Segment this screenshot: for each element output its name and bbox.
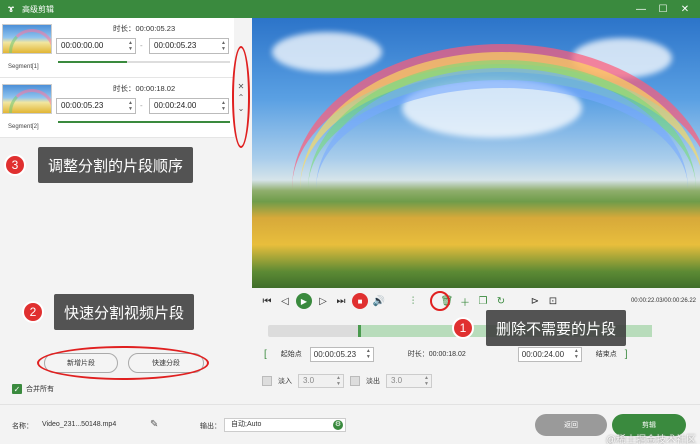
name-label: 名称：: [12, 423, 33, 430]
reset-icon[interactable]: ↻: [494, 294, 508, 308]
watermark-text: @稀土掘金技术社区: [605, 435, 696, 444]
step-back-icon[interactable]: ◁: [278, 294, 292, 308]
fade-in-label: 淡入: [278, 378, 292, 385]
annotation-callout: 删除不需要的片段: [486, 310, 627, 346]
spinner-icon[interactable]: ▲ ▼: [128, 100, 133, 112]
video-preview[interactable]: [252, 18, 700, 288]
highlight-oval: [37, 346, 209, 380]
cloud-shape: [272, 32, 382, 72]
stop-icon[interactable]: ■: [352, 293, 368, 309]
playback-toolbar: ⏮ ◁ ▶ ▷ ⏭ ■ 🔊 ⫶ 🗑 ＋ ❐ ↻ ⊳ ⊡: [260, 293, 560, 309]
time-readout: 00:00:22.03/00:00:26.22: [630, 298, 696, 304]
segment-start-input[interactable]: 00:00:00.00 ▲ ▼: [56, 38, 136, 54]
gear-icon[interactable]: ⚙: [333, 420, 343, 430]
play-icon[interactable]: ▶: [296, 293, 312, 309]
bracket-left-icon: [: [264, 348, 267, 360]
edit-name-icon[interactable]: ✎: [150, 419, 158, 430]
file-name: Video_231...50148.mp4: [42, 421, 117, 428]
checkbox-checked-icon[interactable]: ✓: [12, 384, 22, 394]
back-button[interactable]: 返回: [535, 414, 607, 436]
split-icon[interactable]: ⫶: [406, 294, 420, 308]
player-controls: ⏮ ◁ ▶ ▷ ⏭ ■ 🔊 ⫶ 🗑 ＋ ❐ ↻ ⊳ ⊡ 00:00:22.03/…: [252, 288, 700, 394]
fade-in-checkbox[interactable]: [262, 376, 272, 386]
spinner-icon[interactable]: ▲ ▼: [128, 40, 133, 52]
fade-out-label: 淡出: [366, 378, 380, 385]
highlight-oval: [232, 46, 250, 148]
highlight-oval: [430, 291, 450, 311]
close-button[interactable]: ✕: [674, 0, 696, 18]
segment-progress-bar: [58, 61, 230, 63]
fade-in-input[interactable]: 3.0 ▲ ▼: [298, 374, 344, 388]
duration-display: 时长：00:00:18.02: [407, 351, 466, 358]
segment-start-input[interactable]: 00:00:05.23 ▲ ▼: [56, 98, 136, 114]
output-select[interactable]: 自动;Auto ⚙: [224, 418, 346, 432]
window-controls: — ☐ ✕: [630, 0, 696, 18]
merge-all-label: 合并所有: [26, 386, 54, 393]
segment-progress-bar: [58, 121, 230, 123]
end-point-label[interactable]: 结束点: [596, 349, 617, 359]
segment-thumbnail: [2, 84, 52, 114]
spinner-icon[interactable]: ▲ ▼: [221, 40, 226, 52]
segment-end-input[interactable]: 00:00:24.00 ▲ ▼: [149, 98, 229, 114]
segment-progress-fill: [58, 61, 127, 63]
output-label: 输出：: [200, 423, 221, 430]
maximize-button[interactable]: ☐: [652, 0, 674, 18]
annotation-callout: 快速分割视频片段: [54, 294, 195, 330]
segment-end-input[interactable]: 00:00:05.23 ▲ ▼: [149, 38, 229, 54]
step-forward-icon[interactable]: ▷: [316, 294, 330, 308]
start-time-input[interactable]: 00:00:05.23 ▲ ▼: [309, 346, 374, 362]
spinner-icon[interactable]: ▲ ▼: [221, 100, 226, 112]
fade-out-input[interactable]: 3.0 ▲ ▼: [386, 374, 432, 388]
bottom-bar: 名称： Video_231...50148.mp4 ✎ 输出： 自动;Auto …: [0, 404, 700, 444]
start-point-label[interactable]: 起始点: [281, 349, 302, 359]
app-logo-icon: ɤ: [7, 3, 14, 15]
fade-out-checkbox[interactable]: [350, 376, 360, 386]
spinner-icon[interactable]: ▲ ▼: [424, 375, 429, 387]
window-title: 高级剪辑: [22, 4, 54, 14]
spinner-icon[interactable]: ▲ ▼: [366, 348, 371, 360]
segment-label: Segment[2]: [8, 124, 39, 130]
annotation-number: 1: [452, 317, 474, 339]
range-dash: -: [140, 41, 143, 50]
segment-progress-fill: [58, 121, 230, 123]
add-icon[interactable]: ＋: [458, 294, 472, 309]
annotation-number: 2: [22, 301, 44, 323]
spinner-icon[interactable]: ▲ ▼: [574, 348, 579, 360]
range-dash: -: [140, 101, 143, 110]
merge-all-option[interactable]: ✓ 合并所有: [12, 384, 54, 394]
skip-end-icon[interactable]: ⏭: [334, 294, 348, 308]
segment-label: Segment[1]: [8, 64, 39, 70]
copy-icon[interactable]: ❐: [476, 294, 490, 308]
annotation-callout: 调整分割的片段顺序: [38, 147, 194, 183]
segment-panel: Segment[1] 时长：00:00:05.23 00:00:00.00 ▲ ▼ …: [0, 18, 252, 392]
segment-duration: 时长：00:00:18.02: [113, 84, 176, 93]
fade-row: 淡入 3.0 ▲ ▼ 淡出 3.0 ▲ ▼: [262, 374, 432, 388]
segment-thumbnail: [2, 24, 52, 54]
segment-item-2[interactable]: Segment[2] 时长：00:00:18.02 00:00:05.23 ▲ ▼ …: [0, 78, 234, 138]
minimize-button[interactable]: —: [630, 0, 652, 18]
skip-start-icon[interactable]: ⏮: [260, 294, 274, 308]
segment-item-1[interactable]: Segment[1] 时长：00:00:05.23 00:00:00.00 ▲ ▼ …: [0, 18, 234, 78]
end-time-input[interactable]: 00:00:24.00 ▲ ▼: [517, 346, 582, 362]
annotation-number: 3: [4, 154, 26, 176]
title-bar: ɤ 高级剪辑 — ☐ ✕: [0, 0, 700, 18]
mark-in-icon[interactable]: ⊳: [528, 294, 542, 308]
segment-duration: 时长：00:00:05.23: [113, 24, 176, 33]
mark-out-icon[interactable]: ⊡: [546, 294, 560, 308]
range-row: [ 起始点 00:00:05.23 ▲ ▼ 时长：00:00:18.02 00:00…: [264, 346, 690, 362]
spinner-icon[interactable]: ▲ ▼: [336, 375, 341, 387]
volume-icon[interactable]: 🔊: [372, 294, 386, 308]
bracket-right-icon: ]: [624, 348, 628, 360]
